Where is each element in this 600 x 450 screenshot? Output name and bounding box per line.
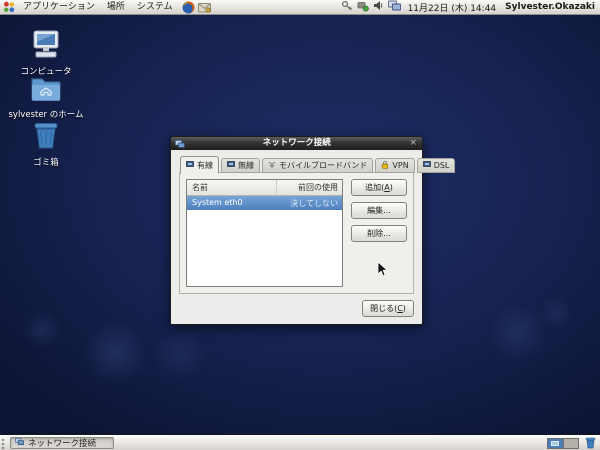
tab-wired[interactable]: 有線 xyxy=(180,156,219,174)
tab-mobile-broadband[interactable]: モバイルブロードバンド xyxy=(262,158,374,173)
mouse-cursor xyxy=(377,261,388,281)
workspace-window-thumb xyxy=(551,440,559,446)
antenna-tab-icon xyxy=(268,161,276,171)
menu-places[interactable]: 場所 xyxy=(101,0,131,15)
tab-label: VPN xyxy=(392,161,409,170)
computer-icon xyxy=(29,30,63,63)
tab-label: 有線 xyxy=(197,160,213,170)
desktop-screen: アプリケーション 場所 システム 11月22日 (木) 14:44 Sylves… xyxy=(0,0,600,450)
tab-label: モバイルブロードバンド xyxy=(279,161,368,170)
system-tray xyxy=(341,0,401,15)
dialog-title: ネットワーク接続 xyxy=(262,138,331,148)
connection-row-system-eth0[interactable]: System eth0 決してしない xyxy=(187,196,342,210)
tab-wireless[interactable]: 無線 xyxy=(221,158,260,173)
column-header-name[interactable]: 名前 xyxy=(187,180,276,195)
volume-tray-icon[interactable] xyxy=(373,0,384,14)
desktop-background[interactable]: コンピュータ sylvester のホーム ゴミ箱 ネットワーク接続 × 有線 … xyxy=(0,15,600,435)
menu-applications[interactable]: アプリケーション xyxy=(17,0,101,15)
close-button[interactable]: 閉じる(C) xyxy=(362,300,414,317)
menu-system[interactable]: システム xyxy=(131,0,179,15)
list-empty-area[interactable] xyxy=(187,210,342,286)
lock-tab-icon xyxy=(381,160,389,171)
top-panel: アプリケーション 場所 システム 11月22日 (木) 14:44 Sylves… xyxy=(0,0,600,15)
bottom-panel: ネットワーク接続 xyxy=(0,435,600,450)
add-button-label: 追加( xyxy=(365,183,385,192)
edit-button[interactable]: 編集... xyxy=(351,202,407,219)
desktop-icon-trash[interactable]: ゴミ箱 xyxy=(0,121,92,168)
add-button[interactable]: 追加(A) xyxy=(351,179,407,196)
wired-tab-icon xyxy=(186,160,194,170)
desktop-icon-home[interactable]: sylvester のホーム xyxy=(0,76,92,120)
connection-last-used: 決してしない xyxy=(290,199,338,208)
dsl-tab-icon xyxy=(422,161,431,170)
connection-name: System eth0 xyxy=(192,198,243,207)
dialog-action-area: 閉じる(C) xyxy=(179,300,414,317)
task-window-icon xyxy=(15,437,24,449)
panel-username[interactable]: Sylvester.Okazaki xyxy=(505,2,595,12)
dialog-close-icon[interactable]: × xyxy=(408,137,418,150)
tab-dsl[interactable]: DSL xyxy=(416,158,456,173)
keyring-tray-icon[interactable] xyxy=(341,0,353,15)
main-menu-icon[interactable] xyxy=(3,1,15,13)
task-label: ネットワーク接続 xyxy=(28,439,97,449)
home-folder-icon xyxy=(30,76,62,106)
trash-icon xyxy=(32,121,60,154)
close-button-label-end: ) xyxy=(402,304,406,313)
workspace-1[interactable] xyxy=(548,438,563,448)
desktop-icon-label: sylvester のホーム xyxy=(8,110,84,120)
panel-clock[interactable]: 11月22日 (木) 14:44 xyxy=(408,1,497,14)
network-monitor-tray-icon[interactable] xyxy=(387,0,401,14)
dialog-titlebar[interactable]: ネットワーク接続 × xyxy=(171,137,422,150)
panel-grip-handle[interactable] xyxy=(1,436,7,450)
close-button-label: 閉じる( xyxy=(370,304,398,313)
taskbar-item-network-connections[interactable]: ネットワーク接続 xyxy=(10,437,114,449)
mail-launcher-icon[interactable] xyxy=(197,2,211,13)
firefox-launcher-icon[interactable] xyxy=(182,1,195,14)
list-header: 名前 前回の使用 xyxy=(187,180,342,196)
tab-label: 無線 xyxy=(238,161,254,170)
network-connections-dialog: ネットワーク接続 × 有線 無線 モバイルブロードバンド VPN DSL 名前 … xyxy=(170,136,456,325)
add-button-label-end: ) xyxy=(389,183,393,192)
dialog-body: 有線 無線 モバイルブロードバンド VPN DSL 名前 前回の使用 Syste… xyxy=(171,150,456,324)
desktop-icon-computer[interactable]: コンピュータ xyxy=(0,30,92,77)
workspace-2[interactable] xyxy=(563,438,578,448)
workspace-switcher xyxy=(547,437,579,449)
connections-list[interactable]: 名前 前回の使用 System eth0 決してしない xyxy=(186,179,343,287)
delete-button[interactable]: 削除... xyxy=(351,225,407,242)
tab-vpn[interactable]: VPN xyxy=(375,158,415,173)
tab-label: DSL xyxy=(433,161,450,170)
network-tray-icon[interactable] xyxy=(357,0,369,15)
wireless-tab-icon xyxy=(227,161,235,170)
tab-strip: 有線 無線 モバイルブロードバンド VPN DSL xyxy=(179,156,456,174)
panel-trash-icon[interactable] xyxy=(585,437,596,449)
column-header-last-used[interactable]: 前回の使用 xyxy=(276,180,342,195)
desktop-icon-label: ゴミ箱 xyxy=(33,158,59,168)
